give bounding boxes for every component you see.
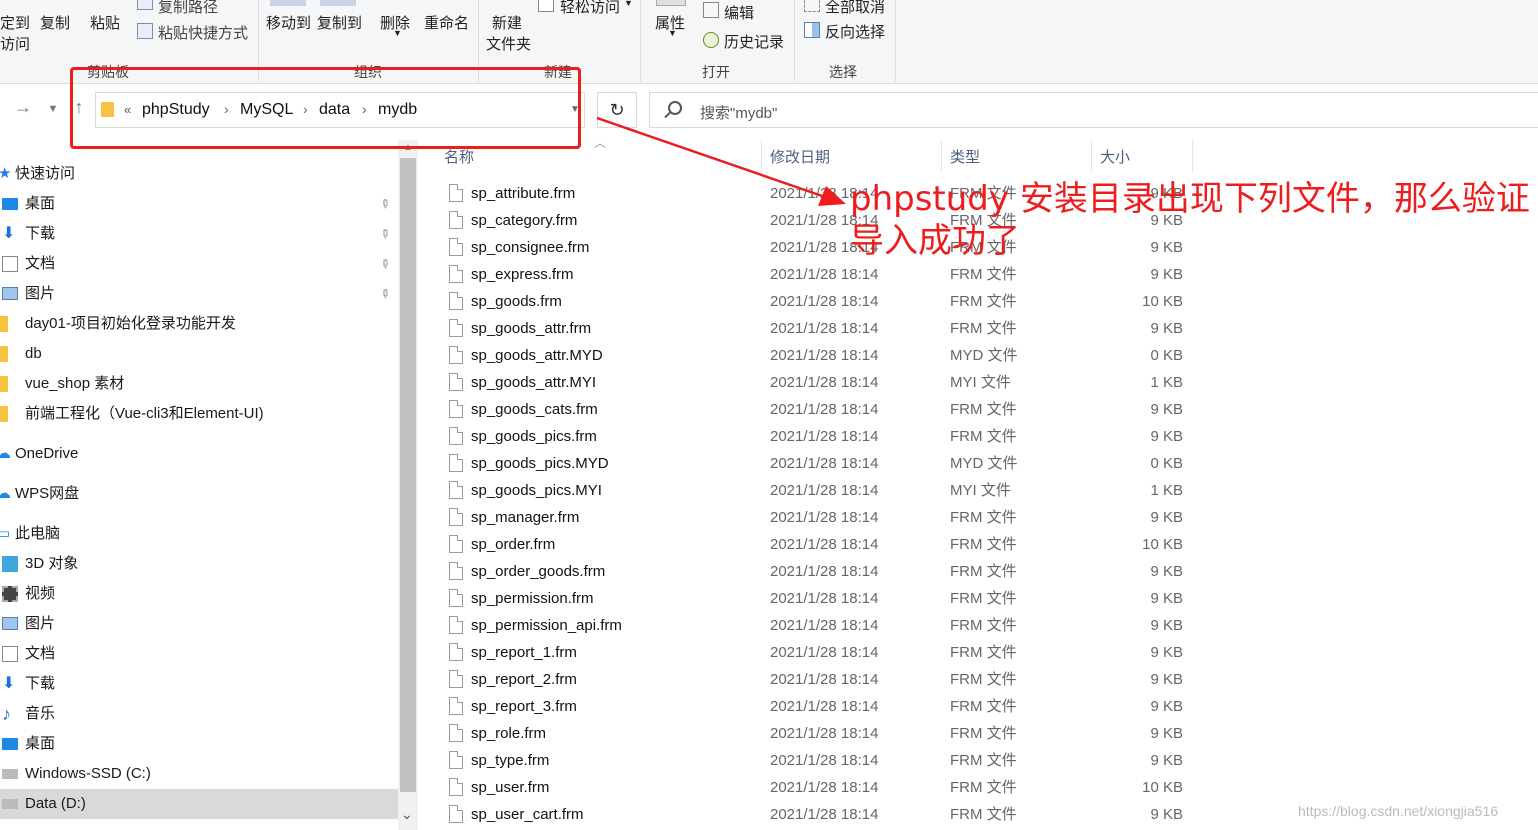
file-explorer-window: 定到 访问 复制 粘贴 复制路径 粘贴快捷方式 剪贴板 移动到 复制到 删除 ▼… xyxy=(0,0,1538,830)
annotation-line-1: phpstudy 安装目录出现下列文件，那么验证 xyxy=(850,179,1530,219)
annotation-text: phpstudy 安装目录出现下列文件，那么验证 导入成功了 xyxy=(850,178,1530,262)
watermark: https://blog.csdn.net/xiongjia516 xyxy=(1298,803,1499,819)
annotation-arrow xyxy=(596,116,846,206)
annotation-line-2: 导入成功了 xyxy=(850,221,1020,261)
